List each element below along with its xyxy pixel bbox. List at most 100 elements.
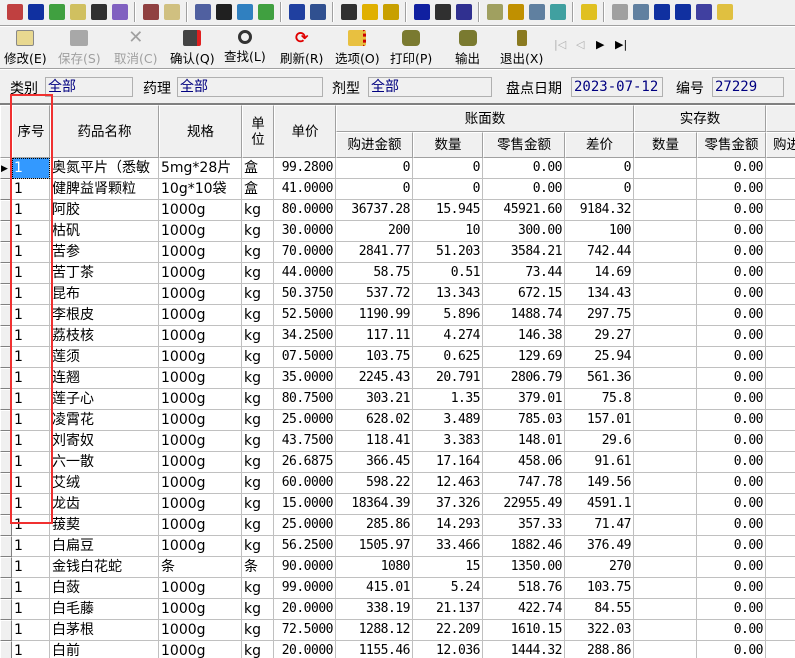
cell-retail[interactable]: 1350.00 [483, 557, 565, 578]
cell-actual-retail[interactable]: 0.00 [697, 536, 766, 557]
cell-unit[interactable]: kg [242, 200, 274, 221]
cell-price[interactable]: 50.3750 [274, 284, 336, 305]
cell-actual-purchase[interactable] [766, 431, 795, 452]
table-row[interactable]: 1 健脾益肾颗粒 10g*10袋盒 41.0000 0 0 0.00 0 0.00 [0, 179, 795, 200]
cell-actual-qty[interactable] [634, 389, 697, 410]
table-row[interactable]: 1 连翘 1000g kg 35.0000 2245.43 20.791 2806.79 561… [0, 368, 795, 389]
cell-actual-qty[interactable] [634, 179, 697, 200]
cell-seq[interactable]: 1 [12, 494, 50, 515]
cell-purchase[interactable]: 58.75 [336, 263, 413, 284]
pv-box-icon[interactable] [382, 4, 399, 20]
cell-retail[interactable]: 1488.74 [483, 305, 565, 326]
cell-price[interactable]: 26.6875 [274, 452, 336, 473]
cell-spec[interactable]: 1000g [159, 536, 242, 557]
cell-qty[interactable]: 37.326 [413, 494, 483, 515]
cell-actual-retail[interactable]: 0.00 [697, 263, 766, 284]
cell-unit[interactable]: 盒 [242, 179, 274, 200]
cell-diff[interactable]: 157.01 [565, 410, 634, 431]
cell-actual-purchase[interactable] [766, 158, 795, 179]
cell-actual-retail[interactable]: 0.00 [697, 347, 766, 368]
cell-seq[interactable]: 1 [12, 158, 50, 179]
cell-price[interactable]: 20.0000 [274, 641, 336, 658]
cell-purchase[interactable]: 200 [336, 221, 413, 242]
cell-name[interactable]: 苦参 [50, 242, 159, 263]
row-selector[interactable] [0, 326, 12, 347]
confirm-button[interactable]: 确认(Q) [170, 29, 215, 66]
cell-name[interactable]: 苦丁茶 [50, 263, 159, 284]
cell-name[interactable]: 莲须 [50, 347, 159, 368]
cell-purchase[interactable]: 1288.12 [336, 620, 413, 641]
list-icon[interactable] [653, 4, 670, 20]
table-row[interactable]: 1 苦参 1000g kg 70.0000 2841.77 51.203 3584.21 742… [0, 242, 795, 263]
cell-retail[interactable]: 0.00 [483, 179, 565, 200]
cell-actual-retail[interactable]: 0.00 [697, 557, 766, 578]
cell-actual-qty[interactable] [634, 305, 697, 326]
table-row[interactable]: 1 凌霄花 1000g kg 25.0000 628.02 3.489 785.03 157.0… [0, 410, 795, 431]
cell-unit[interactable]: kg [242, 536, 274, 557]
cell-diff[interactable]: 29.27 [565, 326, 634, 347]
refresh-button[interactable]: ⟳ 刷新(R) [280, 29, 323, 67]
cell-purchase[interactable]: 0 [336, 179, 413, 200]
cell-actual-qty[interactable] [634, 284, 697, 305]
row-selector[interactable] [0, 347, 12, 368]
key-icon[interactable] [507, 4, 524, 20]
cell-name[interactable]: 奥氮平片（悉敏 [50, 158, 159, 179]
row-selector[interactable] [0, 431, 12, 452]
binoculars-icon[interactable] [90, 4, 107, 20]
table-row[interactable]: 1 白茅根 1000g kg 72.5000 1288.12 22.209 1610.15 32… [0, 620, 795, 641]
cell-diff[interactable]: 149.56 [565, 473, 634, 494]
cell-actual-qty[interactable] [634, 515, 697, 536]
cell-purchase[interactable]: 2245.43 [336, 368, 413, 389]
cell-actual-retail[interactable]: 0.00 [697, 326, 766, 347]
table-row[interactable]: 1 刘寄奴 1000g kg 43.7500 118.41 3.383 148.01 29.6 0… [0, 431, 795, 452]
table-row[interactable]: 1 白前 1000g kg 20.0000 1155.46 12.036 1444.32 288… [0, 641, 795, 658]
chart-doc-icon[interactable] [111, 4, 128, 20]
cell-diff[interactable]: 91.61 [565, 452, 634, 473]
magnifier-icon[interactable] [528, 4, 545, 20]
stamp-icon[interactable] [142, 4, 159, 20]
cell-name[interactable]: 李根皮 [50, 305, 159, 326]
table-row[interactable]: 1 阿胶 1000g kg 80.0000 36737.28 15.945 45921.60 9… [0, 200, 795, 221]
bucket-icon[interactable] [413, 4, 430, 20]
cell-price[interactable]: 52.5000 [274, 305, 336, 326]
row-selector[interactable] [0, 179, 12, 200]
medical-kit-icon[interactable] [6, 4, 23, 20]
table-row[interactable]: 1 荔枝核 1000g kg 34.2500 117.11 4.274 146.38 29.27… [0, 326, 795, 347]
cell-actual-qty[interactable] [634, 158, 697, 179]
cell-seq[interactable]: 1 [12, 200, 50, 221]
cell-actual-qty[interactable] [634, 536, 697, 557]
hand-folder-icon[interactable] [486, 4, 503, 20]
cell-price[interactable]: 56.2500 [274, 536, 336, 557]
table-row[interactable]: 1 艾绒 1000g kg 60.0000 598.22 12.463 747.78 149.5… [0, 473, 795, 494]
cell-diff[interactable]: 9184.32 [565, 200, 634, 221]
cell-diff[interactable]: 288.86 [565, 641, 634, 658]
calendar-edit-icon[interactable] [288, 4, 305, 20]
cell-diff[interactable]: 0 [565, 179, 634, 200]
cell-retail[interactable]: 672.15 [483, 284, 565, 305]
window-grid-icon[interactable] [309, 4, 326, 20]
table-row[interactable]: 1 莲子心 1000g kg 80.7500 303.21 1.35 379.01 75.8 0.… [0, 389, 795, 410]
cell-retail[interactable]: 146.38 [483, 326, 565, 347]
cell-retail[interactable]: 45921.60 [483, 200, 565, 221]
cell-purchase[interactable]: 366.45 [336, 452, 413, 473]
cell-seq[interactable]: 1 [12, 515, 50, 536]
cell-name[interactable]: 昆布 [50, 284, 159, 305]
cell-name[interactable]: 刘寄奴 [50, 431, 159, 452]
cell-spec[interactable]: 1000g [159, 221, 242, 242]
cell-price[interactable]: 80.7500 [274, 389, 336, 410]
cell-actual-qty[interactable] [634, 200, 697, 221]
cell-actual-retail[interactable]: 0.00 [697, 158, 766, 179]
cell-price[interactable]: 25.0000 [274, 410, 336, 431]
binoculars-2-icon[interactable] [434, 4, 451, 20]
cell-spec[interactable]: 1000g [159, 599, 242, 620]
cell-actual-retail[interactable]: 0.00 [697, 431, 766, 452]
cell-purchase[interactable]: 1505.97 [336, 536, 413, 557]
cell-actual-purchase[interactable] [766, 641, 795, 658]
cell-name[interactable]: 白毛藤 [50, 599, 159, 620]
row-selector[interactable] [0, 305, 12, 326]
header-name[interactable]: 药品名称 [50, 105, 159, 158]
cell-purchase[interactable]: 118.41 [336, 431, 413, 452]
cell-seq[interactable]: 1 [12, 305, 50, 326]
form-field[interactable]: 全部 [368, 77, 492, 97]
cell-qty[interactable]: 1.35 [413, 389, 483, 410]
